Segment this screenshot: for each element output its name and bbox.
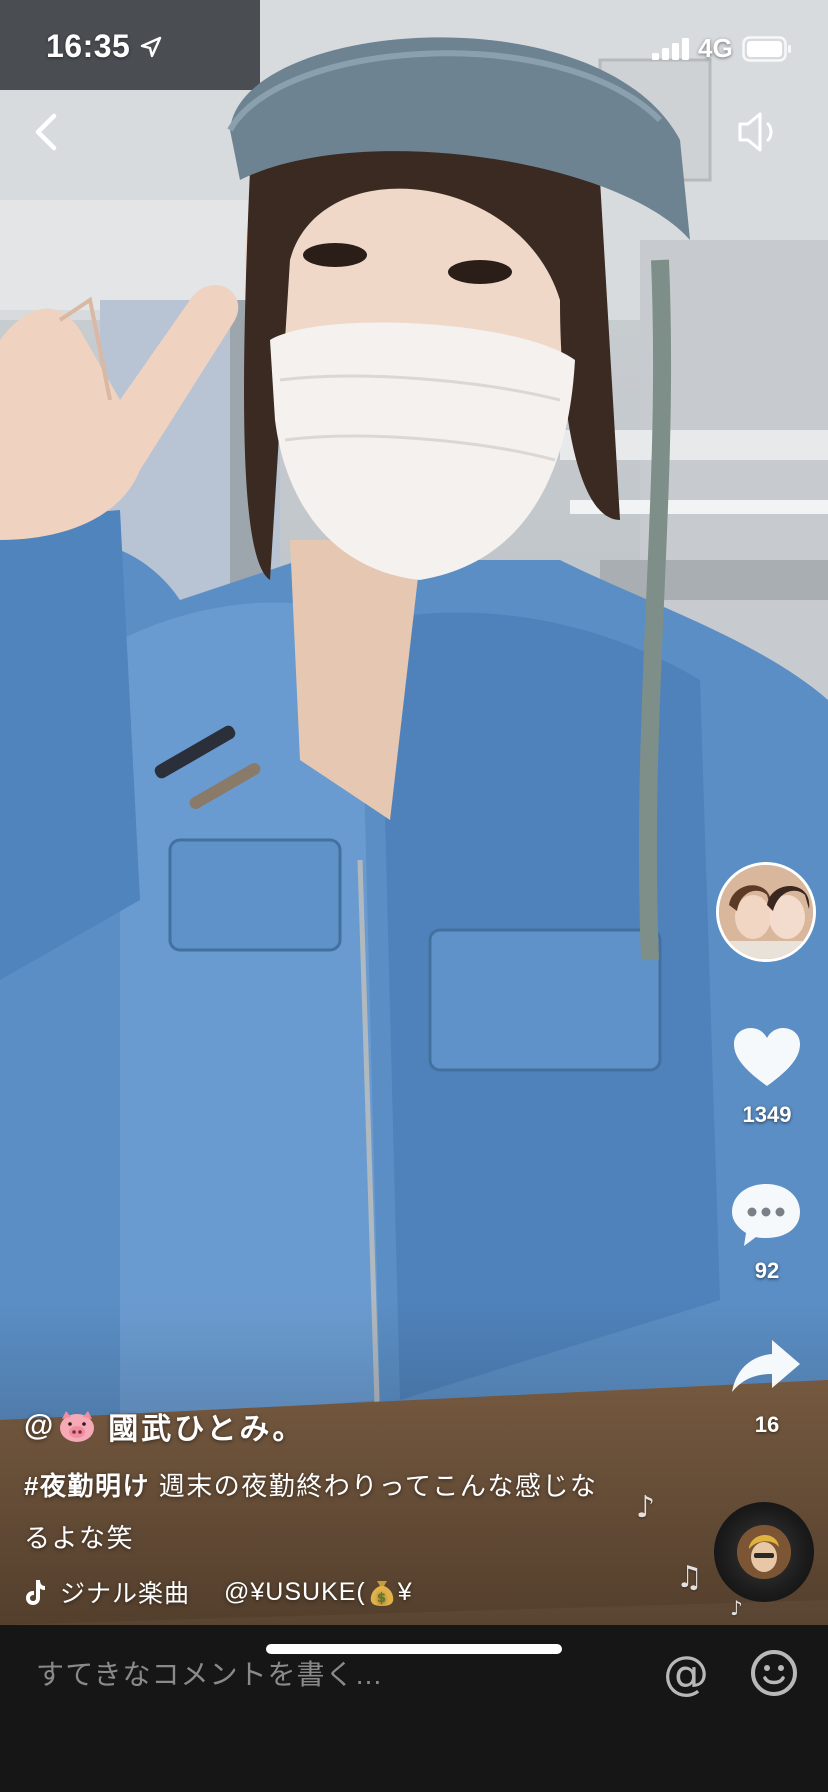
back-button[interactable] bbox=[26, 102, 66, 162]
home-indicator[interactable] bbox=[266, 1644, 562, 1654]
cellular-signal-icon bbox=[652, 38, 689, 60]
share-button[interactable] bbox=[730, 1338, 802, 1394]
comment-count: 92 bbox=[754, 1258, 780, 1283]
speaker-icon bbox=[738, 112, 773, 152]
video-frame[interactable] bbox=[0, 0, 828, 1625]
creator-username[interactable]: @ 國武ひとみ。 bbox=[24, 1404, 664, 1448]
caption-description: #夜勤明け 週末の夜勤終わりってこんな感じな るよな笑 bbox=[24, 1460, 664, 1564]
comment-input[interactable] bbox=[0, 1625, 640, 1725]
share-count: 16 bbox=[754, 1412, 780, 1437]
heart-icon bbox=[734, 1028, 800, 1086]
like-button[interactable] bbox=[732, 1026, 802, 1090]
username-text: 國武ひとみ。 bbox=[108, 1413, 306, 1446]
share-arrow-icon bbox=[732, 1340, 800, 1392]
creator-avatar[interactable] bbox=[716, 862, 816, 962]
music-disc-artwork bbox=[737, 1525, 791, 1579]
pig-face-icon bbox=[60, 1411, 95, 1442]
music-author-prefix: @¥USUKE( bbox=[224, 1577, 366, 1606]
back-chevron-icon bbox=[35, 113, 57, 151]
comment-button[interactable] bbox=[730, 1180, 802, 1250]
music-author-suffix: ¥ bbox=[397, 1577, 413, 1606]
username-at-sign: @ bbox=[24, 1409, 57, 1442]
caption-text-line1: 週末の夜勤終わりってこんな感じな bbox=[158, 1471, 598, 1501]
comment-bubble-icon bbox=[732, 1184, 800, 1246]
music-note-icon: ♪ bbox=[730, 1596, 743, 1620]
smiley-face-icon bbox=[751, 1650, 797, 1696]
status-bar: 16:35 4G bbox=[0, 0, 828, 100]
battery-icon bbox=[742, 36, 791, 62]
status-time: 16:35 bbox=[46, 28, 131, 64]
music-info-row[interactable]: ジナル楽曲 @¥USUKE( $ ¥ bbox=[24, 1570, 664, 1614]
music-note-icon bbox=[26, 1580, 45, 1605]
location-arrow-icon bbox=[140, 36, 162, 58]
music-title: ジナル楽曲 bbox=[60, 1580, 191, 1608]
music-note-icon: ♫ bbox=[676, 1560, 703, 1595]
video-caption: @ 國武ひとみ。 #夜勤明け 週末の夜勤終わりってこんな感じな るよな笑 ジナル… bbox=[24, 1404, 664, 1614]
network-type-label: 4G bbox=[698, 33, 733, 63]
like-count: 1349 bbox=[742, 1102, 792, 1127]
caption-text-line2: るよな笑 bbox=[24, 1523, 135, 1553]
hashtag-link[interactable]: #夜勤明け bbox=[24, 1471, 150, 1501]
mention-button[interactable]: @ bbox=[658, 1645, 714, 1701]
svg-text:$: $ bbox=[377, 1591, 387, 1606]
music-disc-button[interactable] bbox=[714, 1502, 814, 1602]
money-bag-icon: $ bbox=[370, 1581, 394, 1606]
emoji-button[interactable] bbox=[746, 1645, 802, 1701]
sound-toggle-button[interactable] bbox=[734, 106, 784, 158]
video-scene bbox=[0, 0, 828, 1625]
